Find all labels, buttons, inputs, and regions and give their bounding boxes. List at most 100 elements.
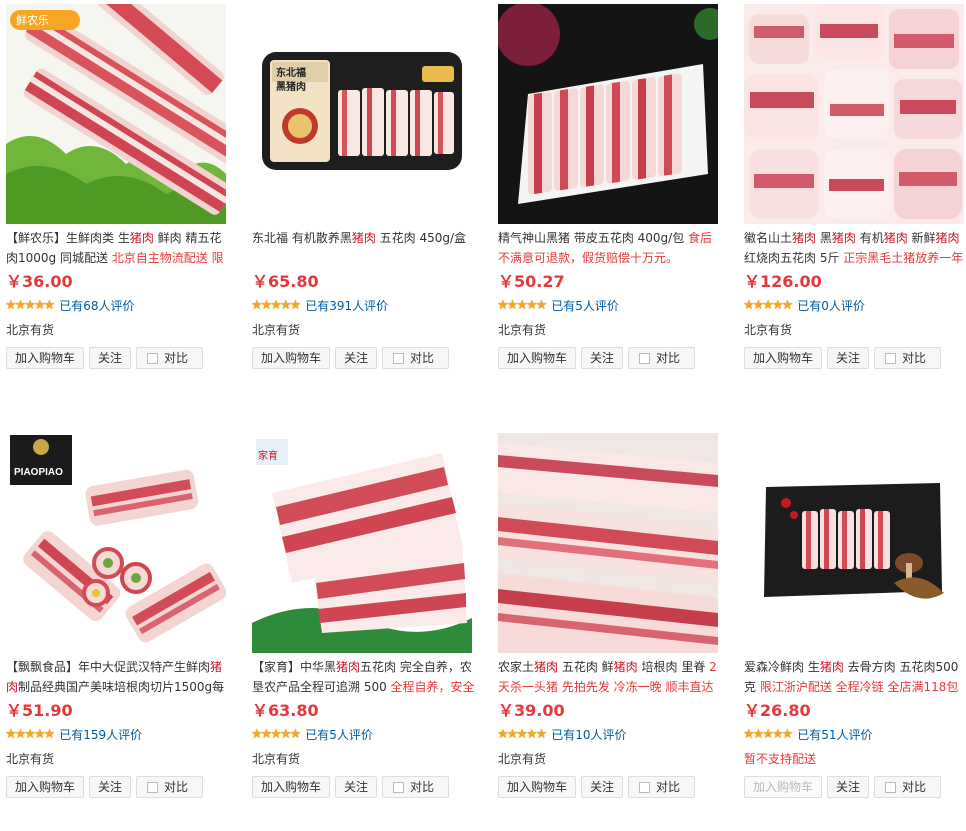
product-image[interactable]: PIAOPIAO: [6, 433, 226, 653]
product-name[interactable]: 农家土猪肉 五花肉 鲜猪肉 培根肉 里脊 2天杀一头猪 先拍先发 冷冻一晚 顺丰…: [498, 657, 723, 697]
promo-text: 限江浙沪配送 全程冷链 全店满118包: [759, 680, 959, 694]
keyword-highlight: 猪肉: [534, 660, 559, 674]
review-count-link[interactable]: 已有5人评价: [551, 297, 619, 314]
product-price: ￥126.00: [744, 272, 822, 291]
follow-button[interactable]: 关注: [581, 776, 624, 798]
product-image[interactable]: [498, 433, 718, 653]
keyword-highlight: 猪肉: [935, 231, 960, 245]
product-image[interactable]: [744, 4, 964, 224]
review-count-link[interactable]: 已有5人评价: [305, 726, 373, 743]
follow-button[interactable]: 关注: [581, 347, 624, 369]
product-name-text: 有机: [855, 231, 884, 245]
compare-button[interactable]: 对比: [628, 347, 696, 369]
compare-button[interactable]: 对比: [628, 776, 696, 798]
product-price: ￥65.80: [252, 272, 319, 291]
product-name-text: 五花肉 鲜: [558, 660, 614, 674]
stock-status: 北京有货: [6, 323, 55, 337]
rating: ★★★★★ 已有0人评价: [743, 297, 865, 314]
keyword-highlight: 猪肉: [883, 231, 908, 245]
product-name[interactable]: 【飘飘食品】年中大促武汉特产生鲜肉猪肉制品经典国产美味培根肉切片1500g每: [6, 657, 231, 697]
product-name-text: 新鲜: [907, 231, 936, 245]
follow-button[interactable]: 关注: [335, 776, 378, 798]
add-to-cart-button[interactable]: 加入购物车: [6, 347, 85, 369]
brand-logo: PIAOPIAO: [14, 467, 63, 478]
follow-button[interactable]: 关注: [827, 776, 870, 798]
product-name[interactable]: 【鲜农乐】生鲜肉类 生猪肉 鲜肉 精五花肉1000g 同城配送 北京自主物流配送…: [6, 228, 231, 268]
product-name[interactable]: 精气神山黑猪 带皮五花肉 400g/包 食后不满意可退款，假货赔偿十万元。: [498, 228, 723, 268]
product-price: ￥26.80: [744, 701, 811, 720]
pork-ribs-on-lettuce-image: 鲜农乐: [6, 4, 226, 224]
add-to-cart-button[interactable]: 加入购物车: [498, 347, 577, 369]
stock-status: 北京有货: [498, 752, 547, 766]
review-count-link[interactable]: 已有0人评价: [797, 297, 865, 314]
brand-badge: 鲜农乐: [16, 13, 49, 27]
promo-text: 全程自养，安全: [390, 680, 475, 694]
add-to-cart-button[interactable]: 加入购物车: [252, 776, 331, 798]
product-name-text: 东北福 有机散养黑: [252, 231, 352, 245]
review-count-link[interactable]: 已有68人评价: [59, 297, 134, 314]
compare-label: 对比: [902, 351, 927, 365]
compare-label: 对比: [164, 780, 189, 794]
compare-label: 对比: [410, 351, 435, 365]
stock-status: 北京有货: [252, 323, 301, 337]
stock-status: 北京有货: [498, 323, 547, 337]
brand-logo: 家育: [258, 449, 278, 462]
stock-status: 北京有货: [744, 323, 793, 337]
checkbox-icon[interactable]: [885, 352, 897, 364]
compare-label: 对比: [902, 780, 927, 794]
review-count-link[interactable]: 已有391人评价: [305, 297, 388, 314]
svg-text:东北福: 东北福: [276, 66, 306, 79]
rating-stars-icon: ★★★★★: [251, 727, 301, 742]
product-name[interactable]: 东北福 有机散养黑猪肉 五花肉 450g/盒: [252, 228, 477, 268]
follow-button[interactable]: 关注: [89, 347, 132, 369]
rating-stars-icon: ★★★★★: [743, 727, 793, 742]
keyword-highlight: 猪肉: [792, 231, 817, 245]
keyword-highlight: 猪肉: [336, 660, 361, 674]
add-to-cart-button[interactable]: 加入购物车: [6, 776, 85, 798]
stock-status: 暂不支持配送: [744, 752, 817, 766]
product-image[interactable]: [744, 433, 964, 653]
follow-button[interactable]: 关注: [827, 347, 870, 369]
product-image[interactable]: 家育: [252, 433, 472, 653]
checkbox-icon[interactable]: [147, 352, 159, 364]
rating-stars-icon: ★★★★★: [5, 298, 55, 313]
product-actions: 加入购物车 关注 对比: [744, 776, 942, 798]
review-count-link[interactable]: 已有51人评价: [797, 726, 872, 743]
product-card: 东北福 黑猪肉 东北福 有机散养黑猪肉 五花肉 450g/盒 ￥65.80 ★★…: [249, 2, 479, 402]
checkbox-icon[interactable]: [393, 352, 405, 364]
add-to-cart-button[interactable]: 加入购物车: [744, 776, 823, 798]
product-actions: 加入购物车 关注 对比: [252, 776, 450, 798]
product-name[interactable]: 徽名山土猪肉 黑猪肉 有机猪肉 新鲜猪肉 红烧肉五花肉 5斤 正宗黑毛土猪放养一…: [744, 228, 966, 268]
follow-button[interactable]: 关注: [89, 776, 132, 798]
product-name[interactable]: 爱森冷鲜肉 生猪肉 去骨方肉 五花肉500克 限江浙沪配送 全程冷链 全店满11…: [744, 657, 966, 697]
product-actions: 加入购物车 关注 对比: [6, 776, 204, 798]
checkbox-icon[interactable]: [639, 352, 651, 364]
product-name[interactable]: 【家育】中华黑猪肉五花肉 完全自养，农垦农产品全程可追溯 500 全程自养，安全: [252, 657, 477, 697]
product-image[interactable]: 东北福 黑猪肉: [252, 4, 472, 224]
compare-button[interactable]: 对比: [382, 776, 450, 798]
product-image[interactable]: [498, 4, 718, 224]
compare-button[interactable]: 对比: [136, 347, 204, 369]
product-name-text: 五花肉 450g/盒: [375, 231, 467, 245]
product-name-text: 徽名山土: [744, 231, 793, 245]
product-card: PIAOPIAO 【飘飘食品】年中大促武汉特产生鲜肉猪肉制品经典国产美味培根肉切…: [3, 431, 233, 831]
add-to-cart-button[interactable]: 加入购物车: [498, 776, 577, 798]
product-name-text: 【鲜农乐】生鲜肉类 生: [6, 231, 130, 245]
product-name-text: 制品经典国产美味培根肉切片1500g每: [18, 680, 225, 694]
product-price: ￥39.00: [498, 701, 565, 720]
compare-button[interactable]: 对比: [874, 776, 942, 798]
review-count-link[interactable]: 已有159人评价: [59, 726, 142, 743]
compare-button[interactable]: 对比: [382, 347, 450, 369]
review-count-link[interactable]: 已有10人评价: [551, 726, 626, 743]
long-pork-belly-image: [498, 433, 718, 653]
product-card: 徽名山土猪肉 黑猪肉 有机猪肉 新鲜猪肉 红烧肉五花肉 5斤 正宗黑毛土猪放养一…: [741, 2, 966, 402]
keyword-highlight: 猪肉: [129, 231, 154, 245]
product-price: ￥63.80: [252, 701, 319, 720]
product-name-text: 【飘飘食品】年中大促武汉特产生鲜肉: [6, 660, 211, 674]
follow-button[interactable]: 关注: [335, 347, 378, 369]
product-image[interactable]: 鲜农乐: [6, 4, 226, 224]
add-to-cart-button[interactable]: 加入购物车: [744, 347, 823, 369]
add-to-cart-button[interactable]: 加入购物车: [252, 347, 331, 369]
compare-button[interactable]: 对比: [874, 347, 942, 369]
compare-button[interactable]: 对比: [136, 776, 204, 798]
